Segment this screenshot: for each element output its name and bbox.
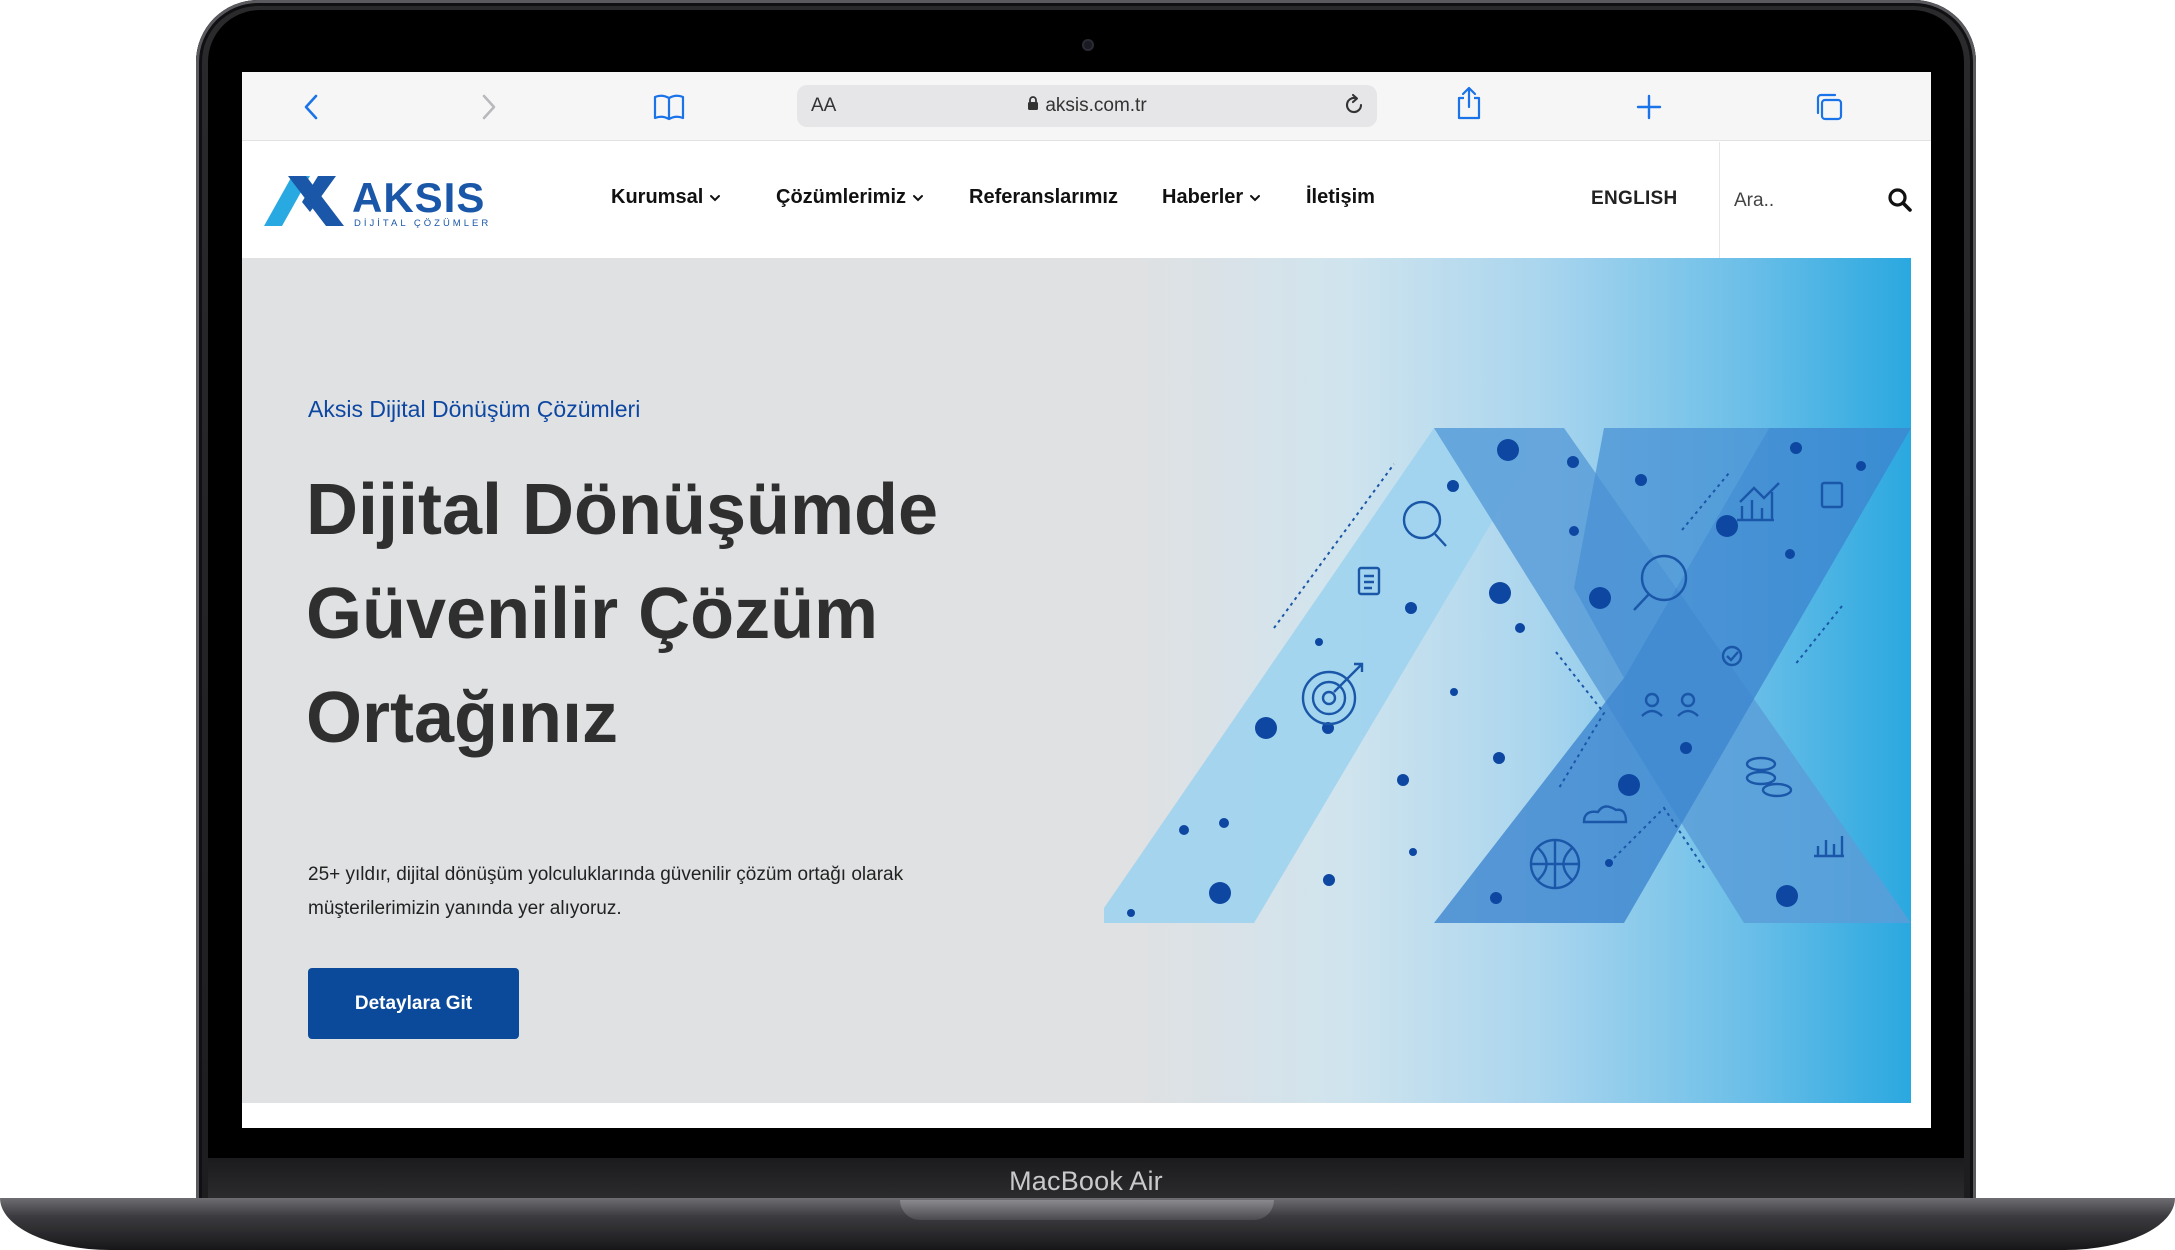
forward-icon[interactable] [472,90,506,124]
search-input[interactable] [1732,178,1886,224]
nav-haberler[interactable]: Haberler [1162,186,1261,209]
hero-eyebrow: Aksis Dijital Dönüşüm Çözümleri [308,396,641,422]
reload-icon[interactable] [1341,92,1367,123]
aksis-logo[interactable]: AKSIS DİJİTAL ÇÖZÜMLER [262,172,488,232]
hero-description: 25+ yıldır, dijital dönüşüm yolculukları… [308,864,904,919]
logo-wordmark: AKSIS [352,174,486,221]
hero-section: Aksis Dijital Dönüşüm Çözümleri Dijital … [242,258,1911,1103]
search-icon[interactable] [1886,186,1916,216]
hero-x-illustration [1104,428,1911,923]
details-button[interactable]: Detaylara Git [308,968,519,1039]
url-text: aksis.com.tr [1045,95,1147,117]
share-icon[interactable] [1452,86,1486,120]
chevron-down-icon [710,194,721,201]
hero-headline: Dijital Dönüşümde Güvenilir Çözüm Ortağı… [306,470,939,758]
chevron-down-icon [913,194,924,201]
search-box [1719,142,1931,258]
back-icon[interactable] [294,90,328,124]
device-label: MacBook Air [208,1158,1964,1200]
page-below-fold [242,1103,1931,1128]
browser-toolbar: AA aksis.com.tr [242,72,1931,141]
browser-screen: AA aksis.com.tr AKSIS DİJİTAL ÇÖZÜMLER K… [242,72,1931,1128]
nav-kurumsal[interactable]: Kurumsal [611,186,721,209]
bookmarks-icon[interactable] [652,90,686,124]
chevron-down-icon [1250,194,1261,201]
language-switch-link[interactable]: ENGLISH [1591,188,1678,210]
logo-x-mark-icon [264,176,344,226]
page-scrollbar[interactable] [1911,258,1931,1103]
site-header: AKSIS DİJİTAL ÇÖZÜMLER Kurumsal Çözümler… [242,142,1931,258]
nav-cozumlerimiz[interactable]: Çözümlerimiz [776,186,924,209]
tabs-icon[interactable] [1812,90,1846,124]
address-bar[interactable]: AA aksis.com.tr [797,85,1377,127]
camera [1082,39,1094,51]
logo-subtitle: DİJİTAL ÇÖZÜMLER [354,218,492,229]
lock-icon [1027,95,1039,117]
laptop-opening-notch [900,1200,1274,1220]
new-tab-icon[interactable] [1632,90,1666,124]
nav-iletisim[interactable]: İletişim [1306,186,1375,209]
nav-referanslarimiz[interactable]: Referanslarımız [969,186,1118,209]
